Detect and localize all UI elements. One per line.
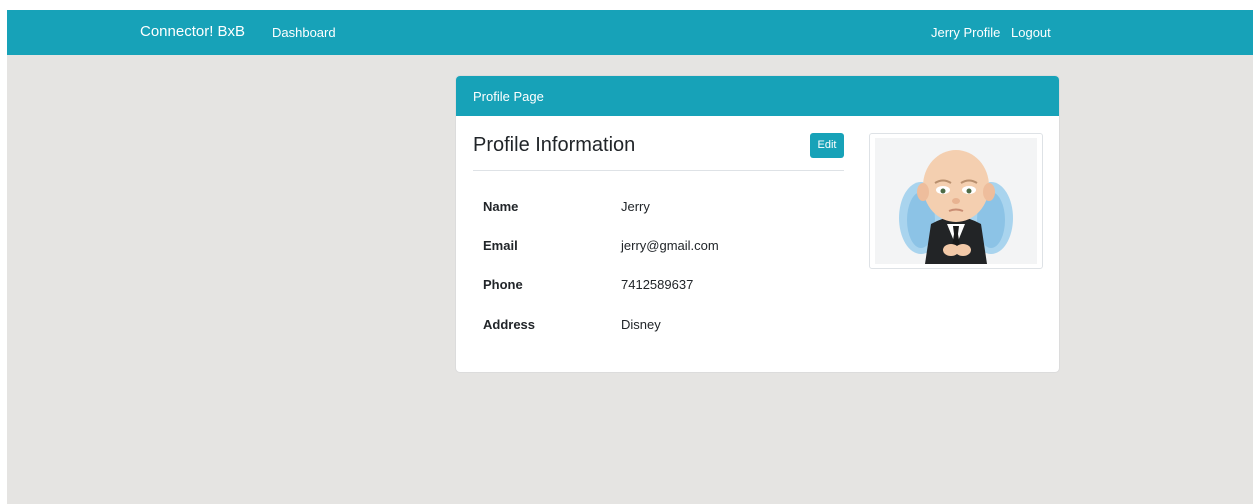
field-value-email: jerry@gmail.com bbox=[621, 238, 719, 253]
navbar-brand[interactable]: Connector! BxB bbox=[140, 23, 245, 40]
ear-left bbox=[917, 183, 929, 201]
edit-button[interactable]: Edit bbox=[810, 133, 844, 158]
field-label-address: Address bbox=[483, 317, 536, 332]
hand-right bbox=[955, 244, 971, 256]
profile-information-heading: Profile Information bbox=[473, 134, 636, 156]
avatar-icon bbox=[875, 138, 1037, 264]
field-label-name: Name bbox=[483, 199, 519, 214]
head bbox=[923, 150, 989, 222]
nav-link-dashboard[interactable]: Dashboard bbox=[272, 25, 336, 40]
nav-link-profile[interactable]: Jerry Profile bbox=[931, 25, 1000, 40]
field-label-email: Email bbox=[483, 238, 518, 253]
field-label-phone: Phone bbox=[483, 277, 523, 292]
field-value-name: Jerry bbox=[621, 199, 650, 214]
boss-baby-avatar-icon bbox=[899, 150, 1013, 264]
top-navbar: Connector! BxB Dashboard Jerry Profile L… bbox=[7, 10, 1253, 55]
card-header: Profile Page bbox=[456, 76, 1059, 116]
section-divider bbox=[473, 170, 844, 171]
ear-right bbox=[983, 183, 995, 201]
field-value-address: Disney bbox=[621, 317, 661, 332]
nav-link-logout[interactable]: Logout bbox=[1011, 25, 1051, 40]
avatar-frame bbox=[869, 133, 1043, 269]
page-background: Connector! BxB Dashboard Jerry Profile L… bbox=[7, 10, 1253, 504]
field-value-phone: 7412589637 bbox=[621, 277, 694, 292]
pupil-left bbox=[940, 188, 946, 194]
pupil-right bbox=[966, 188, 972, 194]
nose bbox=[952, 198, 960, 204]
profile-card: Profile Page Profile Information Edit Na… bbox=[456, 76, 1059, 372]
card-header-title: Profile Page bbox=[473, 89, 544, 104]
